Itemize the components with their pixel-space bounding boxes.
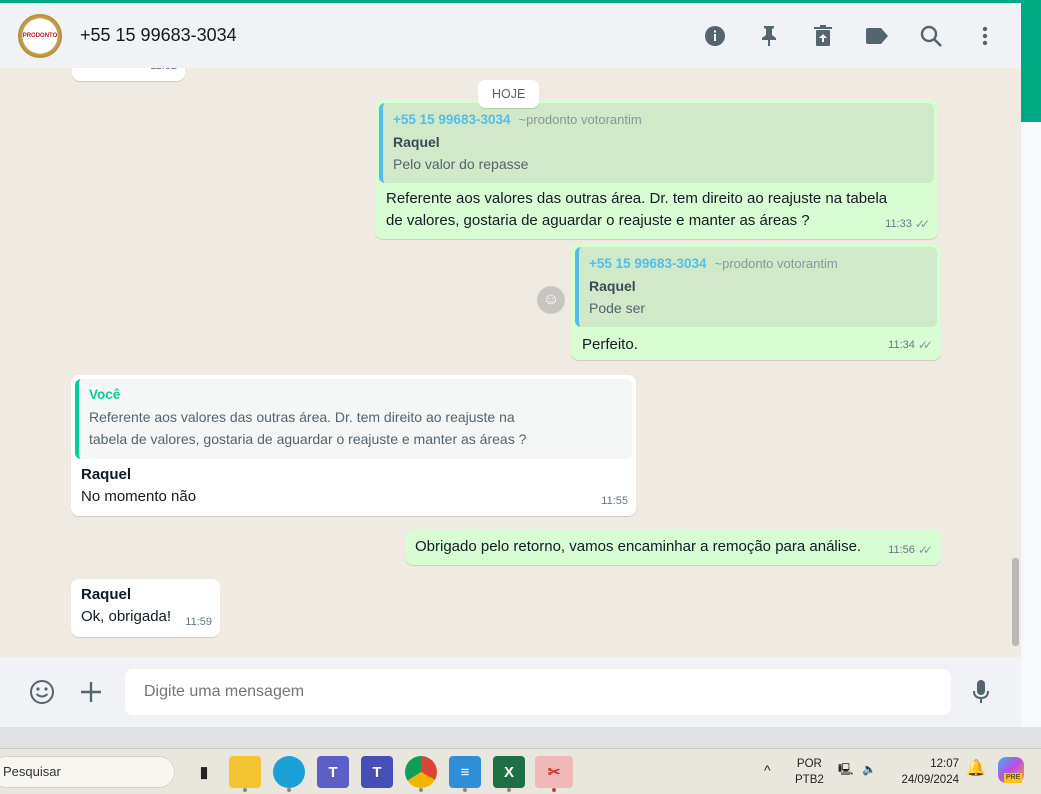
date-divider: HOJE xyxy=(478,80,540,108)
chrome-icon[interactable] xyxy=(405,756,437,792)
scrollbar[interactable] xyxy=(1012,558,1019,646)
quote-text: Pode ser xyxy=(589,300,646,316)
notepad-icon[interactable]: ≡ xyxy=(449,756,481,792)
quote-group: ~prodonto votorantim xyxy=(714,256,838,271)
taskbar: Pesquisar ▮ T T ≡ X ✂ ^ POR PTB2 🖳 🔈 12:0… xyxy=(0,748,1041,794)
message-outgoing[interactable]: Obrigado pelo retorno, vamos encaminhar … xyxy=(405,530,941,565)
read-ticks-icon: ✓✓ xyxy=(914,217,930,231)
quote-group: ~prodonto votorantim xyxy=(518,112,642,127)
message-time: 11:32 xyxy=(150,68,177,77)
emoji-icon[interactable] xyxy=(25,675,59,709)
emoji-reaction-icon[interactable]: ☺ xyxy=(537,286,565,314)
search-icon[interactable] xyxy=(917,22,945,50)
message-incoming[interactable]: Você Referente aos valores das outras ár… xyxy=(71,375,636,516)
edge-icon[interactable] xyxy=(273,756,305,792)
label-icon[interactable] xyxy=(863,22,891,50)
quote-author: Raquel xyxy=(589,278,636,294)
microphone-icon[interactable] xyxy=(964,675,998,709)
message-time: 11:34 xyxy=(888,339,915,351)
avatar[interactable]: PRODONTO xyxy=(18,13,62,58)
quote-author: Raquel xyxy=(393,134,440,150)
volume-icon[interactable]: 🔈 xyxy=(862,762,876,778)
message-text: Perfeito. xyxy=(582,336,638,353)
read-ticks-icon: ✓✓ xyxy=(917,543,933,557)
quote-text: Referente aos valores das outras área. D… xyxy=(89,409,527,447)
task-view-icon[interactable]: ▮ xyxy=(188,756,220,788)
quoted-message[interactable]: +55 15 99683-3034 ~prodonto votorantim Ra… xyxy=(575,247,937,327)
file-explorer-icon[interactable] xyxy=(229,756,261,792)
clock[interactable]: 12:07 24/09/2024 xyxy=(893,756,959,788)
message-incoming[interactable]: Raquel Ok, obrigada! 11:59 xyxy=(71,579,220,637)
message-input[interactable] xyxy=(125,669,951,715)
composer xyxy=(0,657,1021,727)
window-edge-light xyxy=(1021,122,1041,727)
message-time: 11:56 xyxy=(888,544,915,556)
message-author: Raquel xyxy=(81,586,132,603)
message-author: Raquel xyxy=(81,466,132,483)
snipping-tool-icon[interactable]: ✂ xyxy=(535,756,573,792)
pre-badge: PRE xyxy=(1004,773,1023,783)
teams-classic-icon[interactable]: T xyxy=(361,756,393,788)
taskbar-search-label: Pesquisar xyxy=(3,764,61,779)
delete-icon[interactable] xyxy=(809,22,837,50)
message-outgoing[interactable]: +55 15 99683-3034 ~prodonto votorantim Ra… xyxy=(571,243,941,360)
quote-sender: +55 15 99683-3034 xyxy=(589,256,707,271)
excel-icon[interactable]: X xyxy=(493,756,525,792)
quote-text: Pelo valor do repasse xyxy=(393,156,529,172)
language-indicator[interactable]: POR PTB2 xyxy=(795,756,824,788)
message-text: Obrigado pelo retorno, vamos encaminhar … xyxy=(415,538,862,555)
network-icon[interactable]: 🖳 xyxy=(838,762,853,778)
pin-icon[interactable] xyxy=(755,22,783,50)
message-text: No momento não xyxy=(81,488,197,505)
quote-sender: Você xyxy=(89,387,121,402)
quoted-message[interactable]: Você Referente aos valores das outras ár… xyxy=(75,379,632,459)
copilot-icon[interactable]: PRE xyxy=(998,757,1024,783)
info-icon[interactable] xyxy=(701,22,729,50)
message-outgoing[interactable]: +55 15 99683-3034 ~prodonto votorantim Ra… xyxy=(375,99,938,239)
quote-sender: +55 15 99683-3034 xyxy=(393,112,511,127)
notification-bell-icon[interactable]: 🔔 xyxy=(966,761,986,777)
contact-name[interactable]: +55 15 99683-3034 xyxy=(80,25,237,46)
taskbar-search[interactable]: Pesquisar xyxy=(0,756,175,788)
attach-plus-icon[interactable] xyxy=(74,675,108,709)
message-incoming[interactable]: 11:32 xyxy=(72,68,185,81)
avatar-logo-text: PRODONTO xyxy=(22,32,58,39)
teams-icon[interactable]: T xyxy=(317,756,349,788)
chat-header[interactable]: PRODONTO +55 15 99683-3034 xyxy=(0,3,1021,68)
message-time: 11:33 xyxy=(885,218,912,230)
message-time: 11:59 xyxy=(185,616,212,628)
message-list[interactable]: 11:32 +55 15 99683-3034 ~prodonto votoran… xyxy=(0,68,1021,657)
keyboard-layout: PTB2 xyxy=(795,774,824,786)
clock-date: 24/09/2024 xyxy=(901,774,959,786)
menu-icon[interactable] xyxy=(971,22,999,50)
read-ticks-icon: ✓✓ xyxy=(917,338,933,352)
clock-time: 12:07 xyxy=(930,758,959,770)
message-time: 11:55 xyxy=(601,495,628,507)
lang-code: POR xyxy=(796,758,822,770)
quoted-message[interactable]: +55 15 99683-3034 ~prodonto votorantim Ra… xyxy=(379,103,934,183)
tray-chevron-icon[interactable]: ^ xyxy=(764,762,771,778)
window-edge xyxy=(1021,0,1041,122)
message-text: Referente aos valores das outras área. D… xyxy=(386,190,888,229)
